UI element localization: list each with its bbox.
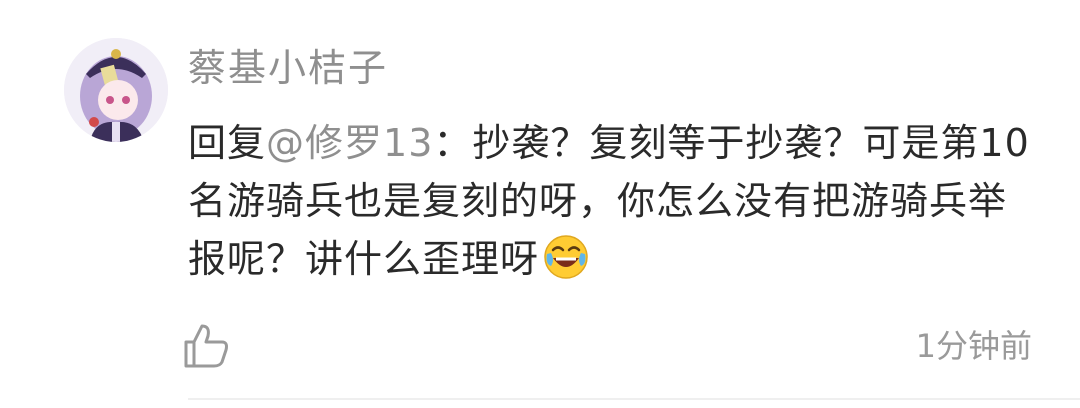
user-avatar[interactable] — [64, 38, 168, 142]
thumbs-up-icon — [184, 324, 228, 368]
comment-username[interactable]: 蔡基小桔子 — [188, 44, 388, 92]
comment-body: 回复@修罗13：抄袭？复刻等于抄袭？可是第10名游骑兵也是复刻的呀，你怎么没有把… — [188, 114, 1038, 288]
mention-link[interactable]: @修罗13 — [266, 121, 433, 165]
like-button[interactable] — [180, 320, 232, 372]
laughing-emoji-icon — [543, 234, 589, 280]
comment-timestamp: 1分钟前 — [915, 327, 1032, 365]
avatar-image — [64, 38, 168, 142]
reply-prefix: 回复 — [188, 121, 267, 165]
reply-separator: ： — [433, 121, 473, 165]
comment-divider — [188, 398, 1080, 400]
